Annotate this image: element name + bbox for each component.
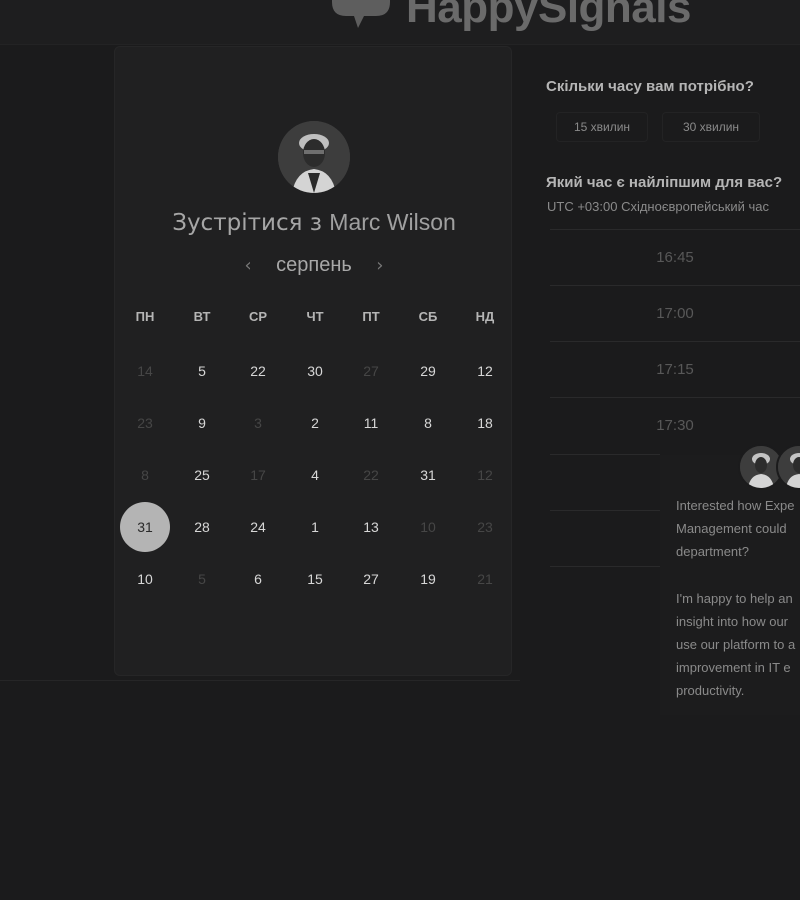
weekday-fri: ПТ [362, 309, 380, 324]
timeslot-divider [550, 454, 660, 455]
calendar-day-selected[interactable]: 31 [120, 502, 170, 552]
calendar-day[interactable]: 30 [290, 346, 340, 396]
duration-option-15[interactable]: 15 хвилин [556, 112, 648, 142]
calendar-day[interactable]: 1 [290, 502, 340, 552]
chevron-left-icon: ‹ [244, 254, 252, 276]
month-label: серпень [276, 253, 352, 276]
calendar-day[interactable]: 9 [177, 398, 227, 448]
calendar-day[interactable]: 22 [233, 346, 283, 396]
calendar-day: 3 [254, 415, 262, 431]
calendar-day[interactable]: 12 [460, 346, 510, 396]
chat-message-line: improvement in IT e [676, 660, 791, 675]
weekday-wed: СР [248, 309, 268, 324]
divider [0, 680, 520, 681]
meeting-title: Зустрітися з Marc Wilson [115, 209, 513, 236]
month-navigation: ‹ серпень › [115, 253, 513, 277]
speech-bubble-logo-icon [332, 0, 390, 28]
calendar-day[interactable]: 8 [403, 398, 453, 448]
time-question: Який час є найліпшим для вас? [546, 174, 783, 191]
host-name: Marc Wilson [329, 209, 456, 235]
calendar-day: 12 [477, 467, 493, 483]
weekday-header: ПН ВТ СР ЧТ ПТ СБ НД [115, 309, 513, 329]
calendar-day: 10 [420, 519, 436, 535]
calendar-day: 27 [363, 363, 379, 379]
calendar-day[interactable]: 2 [290, 398, 340, 448]
calendar-day[interactable]: 18 [460, 398, 510, 448]
weekday-sat: СБ [418, 309, 438, 324]
calendar-day: 17 [250, 467, 266, 483]
chevron-right-icon: › [376, 254, 384, 276]
calendar-day: 14 [137, 363, 153, 379]
calendar-day[interactable]: 13 [346, 502, 396, 552]
top-bar: HappySignals [0, 0, 800, 45]
next-month-button[interactable]: › [368, 253, 392, 277]
calendar-day[interactable]: 29 [403, 346, 453, 396]
calendar-day: 21 [477, 571, 493, 587]
duration-option-30[interactable]: 30 хвилин [662, 112, 760, 142]
timeslot-divider [550, 566, 660, 567]
timeslot-button[interactable]: 17:00 [550, 285, 800, 341]
chat-message-line: I'm happy to help an [676, 591, 793, 606]
calendar-day[interactable]: 25 [177, 450, 227, 500]
calendar-day[interactable]: 6 [233, 554, 283, 604]
calendar-day[interactable]: 10 [120, 554, 170, 604]
chat-message-line: use our platform to a [676, 637, 796, 652]
timezone-label[interactable]: UTC +03:00 Східноєвропейський час [547, 199, 769, 214]
calendar-day[interactable]: 28 [177, 502, 227, 552]
meeting-title-prefix: Зустрітися з [172, 210, 322, 236]
calendar-day: 5 [198, 571, 206, 587]
chat-message-line: insight into how our [676, 614, 789, 629]
host-avatar [278, 121, 350, 193]
calendar-day: 23 [137, 415, 153, 431]
calendar-day[interactable]: 15 [290, 554, 340, 604]
calendar-day: 8 [141, 467, 149, 483]
chat-message-line: productivity. [676, 683, 745, 698]
calendar-day[interactable]: 4 [290, 450, 340, 500]
calendar-day[interactable]: 31 [403, 450, 453, 500]
weekday-mon: ПН [135, 309, 155, 324]
calendar-day[interactable]: 27 [346, 554, 396, 604]
calendar-day: 23 [477, 519, 493, 535]
calendar-day[interactable]: 5 [177, 346, 227, 396]
chat-message-line: Management could [676, 521, 787, 536]
brand-name: HappySignals [406, 0, 691, 32]
calendar-card: Зустрітися з Marc Wilson ‹ серпень › ПН … [114, 46, 512, 676]
calendar-day[interactable]: 11 [346, 398, 396, 448]
timeslot-divider [550, 510, 660, 511]
brand-logo[interactable]: HappySignals [326, 0, 691, 30]
duration-question: Скільки часу вам потрібно? [546, 78, 754, 95]
calendar-day[interactable]: 24 [233, 502, 283, 552]
chat-message-line: department? [676, 544, 749, 559]
weekday-sun: НД [475, 309, 495, 324]
timeslot-button[interactable]: 16:45 [550, 229, 800, 285]
prev-month-button[interactable]: ‹ [236, 253, 260, 277]
weekday-tue: ВТ [193, 309, 211, 324]
calendar-day[interactable]: 19 [403, 554, 453, 604]
timeslot-button[interactable]: 17:15 [550, 341, 800, 397]
calendar-day: 22 [363, 467, 379, 483]
chat-message-line: Interested how Expe [676, 498, 795, 513]
weekday-thu: ЧТ [306, 309, 324, 324]
